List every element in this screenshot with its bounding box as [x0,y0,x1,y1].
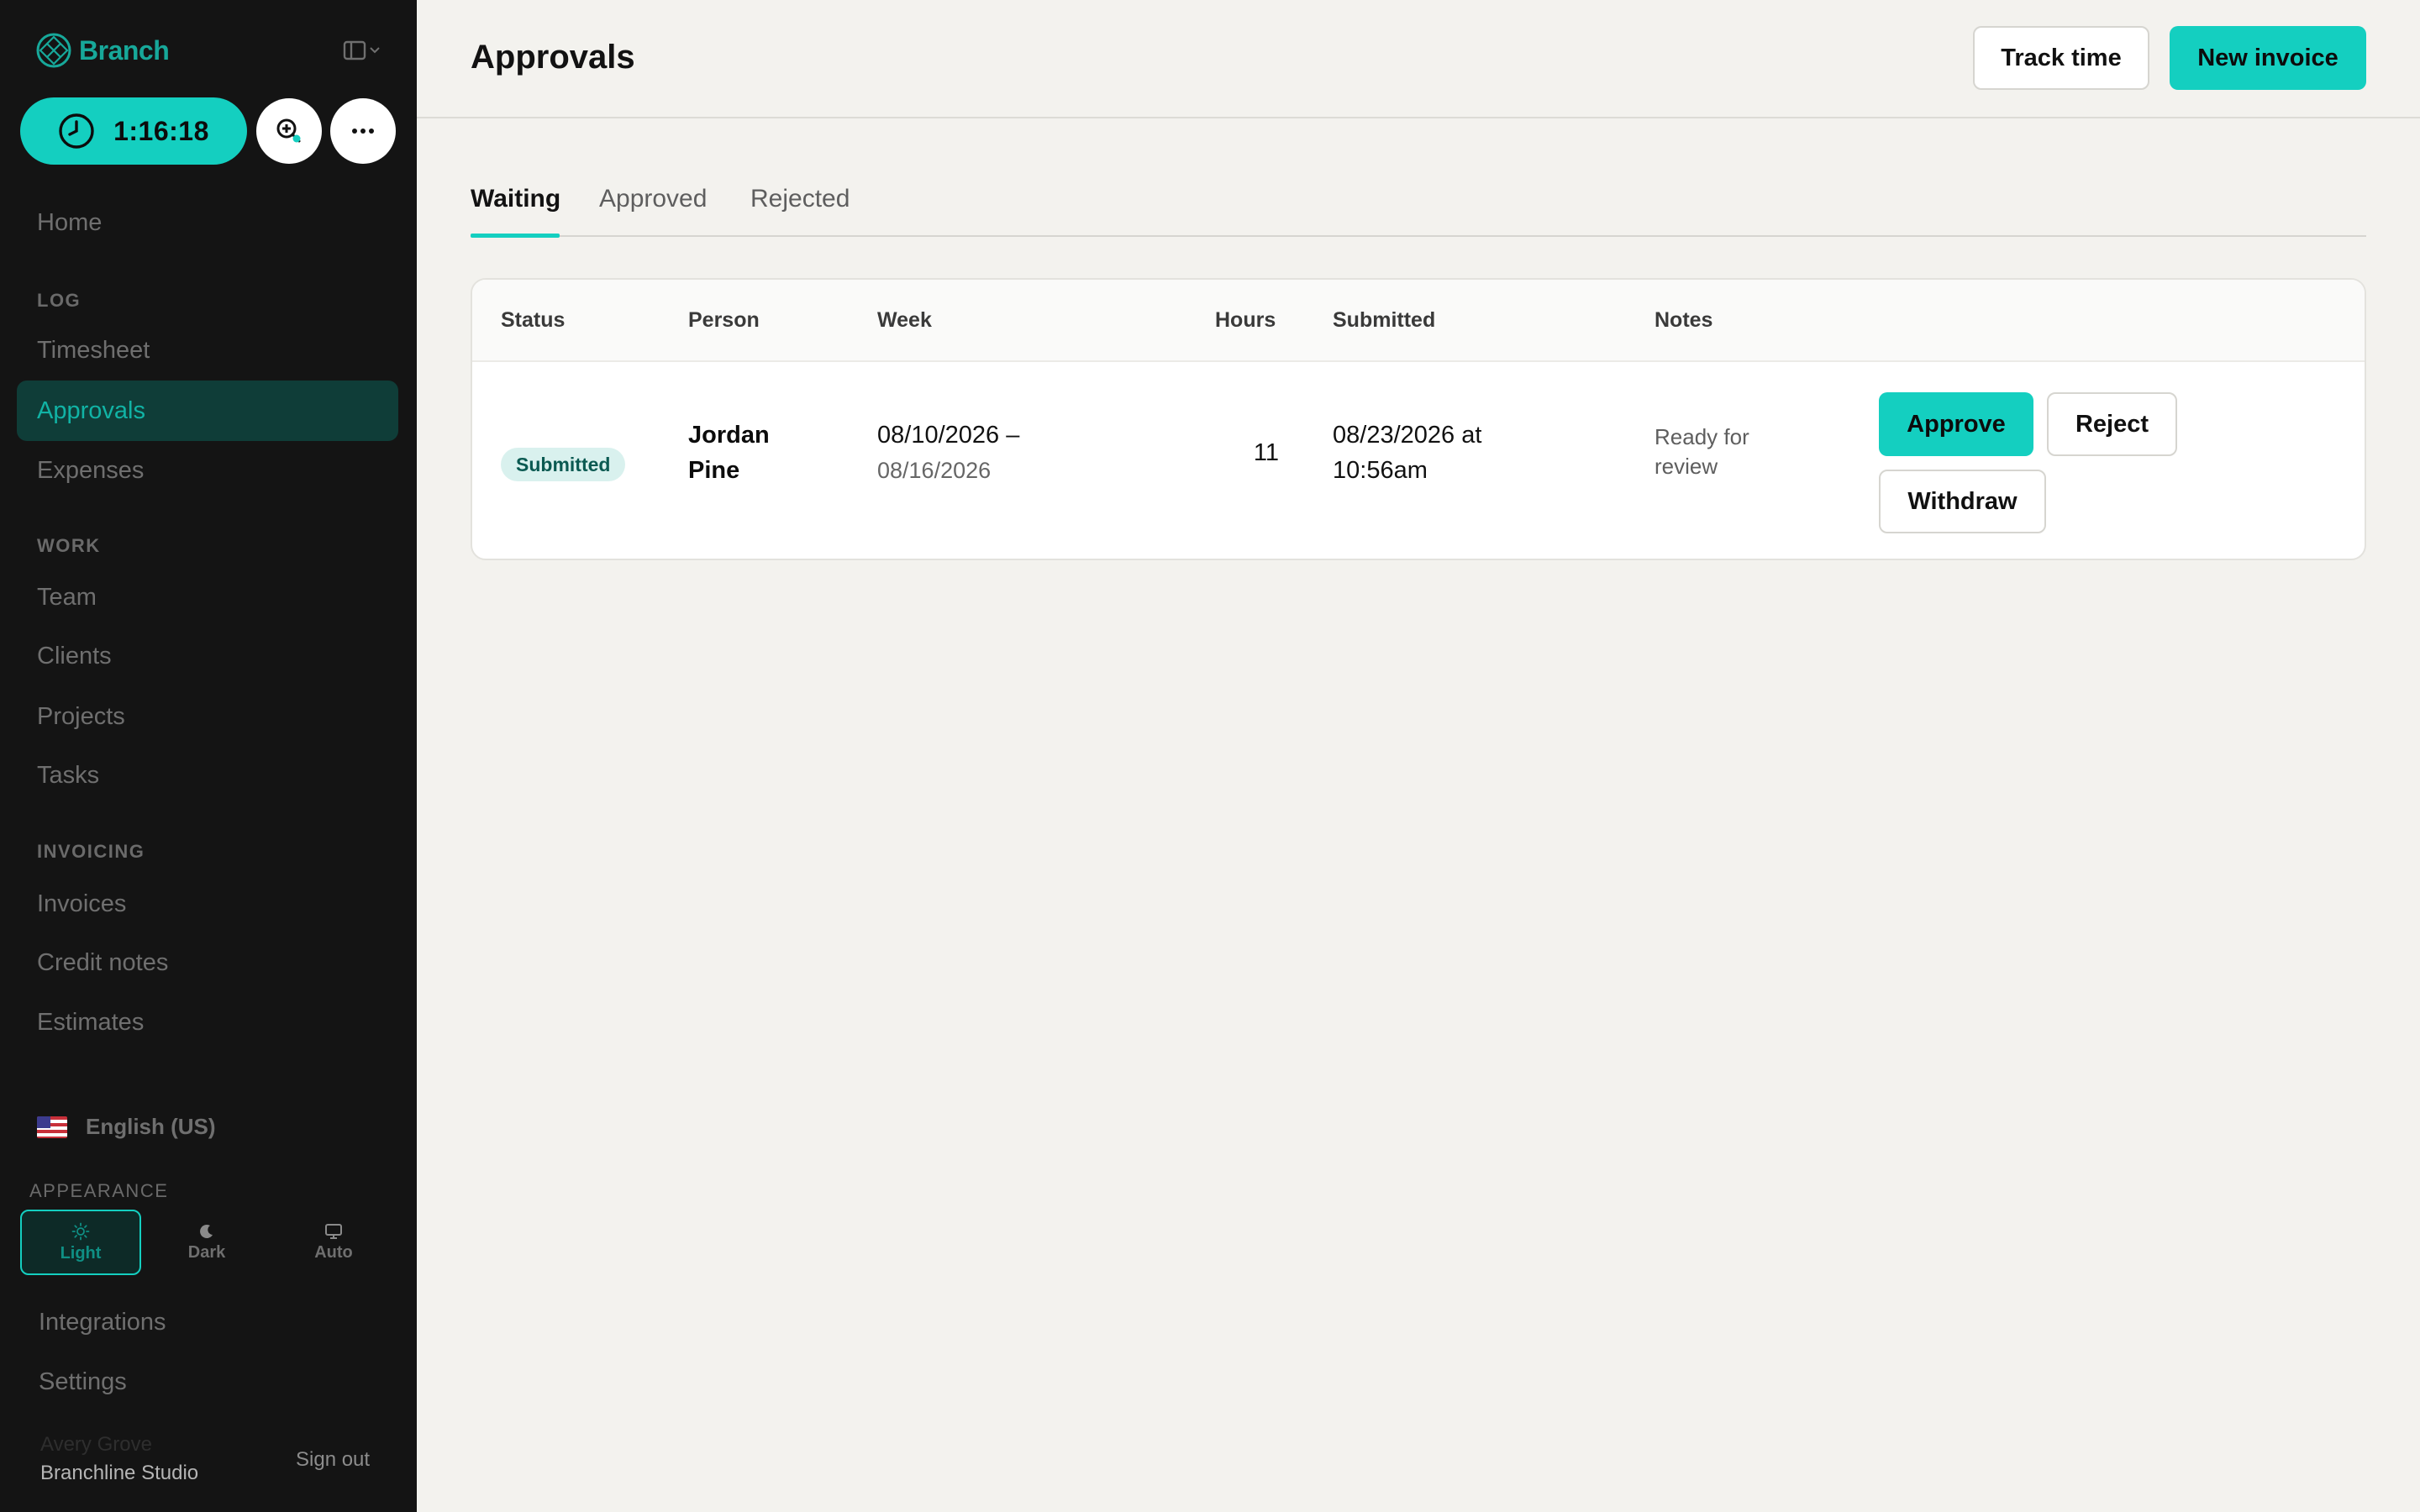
table-header: Status Person Week Hours Submitted Notes [472,280,2365,362]
clock-icon [59,113,94,149]
monitor-icon [325,1223,342,1239]
user-name: Avery Grove [40,1433,152,1456]
page-header: Approvals Track time New invoice [417,0,2420,118]
brand-name: Branch [79,34,170,66]
theme-dark-label: Dark [187,1242,226,1262]
submitted-date: 08/23/2026 at 10:56am [1333,417,1481,488]
active-tab-indicator [471,234,560,238]
sidebar-toggle-button[interactable] [343,40,380,60]
add-entry-button[interactable] [256,98,322,164]
chevron-down-icon [370,47,380,54]
sidebar: Branch 1:16:18 Home LOG Timesheet Approv… [0,0,417,1512]
language-label: English (US) [86,1114,216,1139]
theme-light-option[interactable]: Light [20,1210,141,1275]
timer-value: 1:16:18 [113,115,209,146]
org-name: Branchline Studio [40,1462,199,1484]
new-invoice-button[interactable]: New invoice [2170,26,2366,90]
column-header-notes: Notes [1655,308,1713,332]
ellipsis-icon [352,129,374,134]
withdraw-button[interactable]: Withdraw [1879,470,2046,533]
week-end: 08/16/2026 [877,458,992,483]
tab-approved[interactable]: Approved [599,185,707,213]
submitted-date-line1: 08/23/2026 at [1333,422,1482,449]
sidebar-section-work: WORK [37,535,101,556]
theme-light-label: Light [60,1243,102,1263]
tab-rejected[interactable]: Rejected [750,185,850,213]
sidebar-item-credit-notes[interactable]: Credit notes [17,932,398,993]
sidebar-panel-icon [343,40,366,60]
sidebar-item-estimates[interactable]: Estimates [17,992,398,1053]
sidebar-section-invoicing: INVOICING [37,841,145,862]
language-selector[interactable]: English (US) [37,1114,216,1140]
hours-value: 11 [1253,439,1279,466]
tab-waiting[interactable]: Waiting [471,185,560,213]
person-first-name: Jordan [688,422,770,449]
week-start: 08/10/2026 – [877,422,1020,449]
submitted-date-line2: 10:56am [1333,457,1428,484]
branch-logo-icon [36,33,71,68]
sidebar-item-integrations[interactable]: Integrations [18,1292,400,1352]
timer-button[interactable]: 1:16:18 [20,97,247,165]
notes-text: Ready for review [1655,423,1749,481]
column-header-week: Week [877,308,932,332]
sidebar-section-log: LOG [37,290,82,311]
notes-line2: review [1655,454,1718,479]
appearance-label: APPEARANCE [29,1180,169,1201]
zoom-add-icon [276,118,301,143]
theme-auto-label: Auto [314,1242,353,1262]
sidebar-item-team[interactable]: Team [17,567,398,627]
track-time-button[interactable]: Track time [1973,26,2149,90]
sidebar-item-tasks[interactable]: Tasks [17,745,398,806]
us-flag-icon [37,1116,67,1138]
sidebar-item-approvals[interactable]: Approvals [17,381,398,441]
sidebar-item-clients[interactable]: Clients [17,626,398,686]
approve-button[interactable]: Approve [1879,392,2033,456]
person-name: Jordan Pine [688,417,770,488]
person-last-name: Pine [688,457,740,484]
page-title: Approvals [471,39,635,76]
sidebar-item-timesheet[interactable]: Timesheet [17,320,398,381]
table-row: Submitted Jordan Pine 08/10/2026 – 08/16… [472,362,2365,559]
reject-button[interactable]: Reject [2047,392,2177,456]
sidebar-item-projects[interactable]: Projects [17,686,398,747]
more-options-button[interactable] [330,98,396,164]
notes-line1: Ready for [1655,424,1749,449]
sidebar-item-home[interactable]: Home [17,192,398,253]
column-header-submitted: Submitted [1333,308,1436,332]
moon-icon [200,1224,213,1238]
sidebar-item-expenses[interactable]: Expenses [17,440,398,501]
approvals-table: Status Person Week Hours Submitted Notes… [471,278,2366,560]
column-header-status: Status [501,308,566,332]
column-header-hours: Hours [1215,308,1276,332]
theme-dark-option[interactable]: Dark [146,1210,267,1275]
sidebar-item-invoices[interactable]: Invoices [17,874,398,934]
sidebar-item-settings[interactable]: Settings [18,1352,400,1412]
approval-tabs: Waiting Approved Rejected [471,176,2366,238]
status-badge: Submitted [501,448,626,481]
column-header-person: Person [688,308,760,332]
sign-out-link[interactable]: Sign out [296,1448,370,1472]
sun-icon [71,1222,90,1240]
brand[interactable]: Branch [35,32,170,69]
theme-auto-option[interactable]: Auto [273,1210,394,1275]
week-range: 08/10/2026 – 08/16/2026 [877,417,1019,488]
